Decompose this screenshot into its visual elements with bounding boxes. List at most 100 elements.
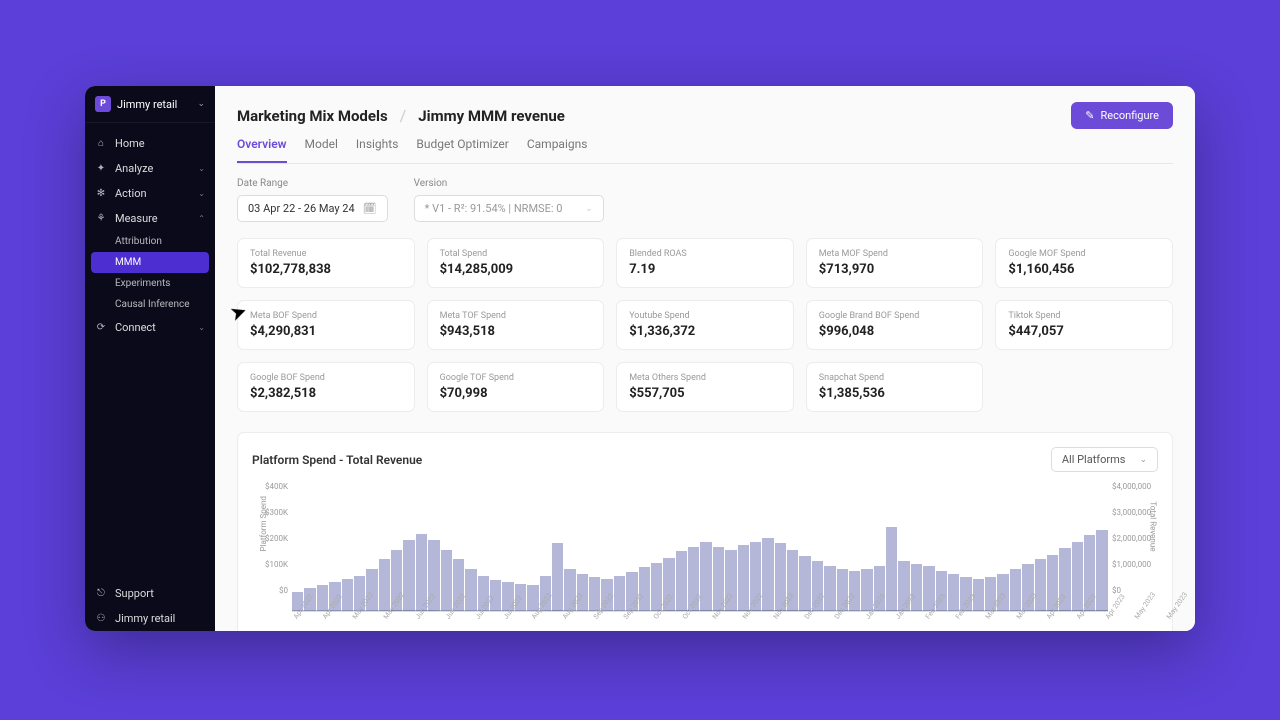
metric-label: Meta Others Spend — [629, 373, 781, 383]
workspace-switcher[interactable]: P Jimmy retail ⌄ — [85, 86, 215, 123]
workspace-logo: P — [95, 96, 111, 112]
metric-card: Total Revenue $102,778,838 — [237, 238, 415, 288]
metric-label: Google BOF Spend — [250, 373, 402, 383]
metric-label: Meta BOF Spend — [250, 311, 402, 321]
metric-label: Tiktok Spend — [1008, 311, 1160, 321]
chevron-down-icon: ⌄ — [198, 189, 205, 198]
tab-budget-optimizer[interactable]: Budget Optimizer — [416, 137, 508, 163]
metric-label: Meta MOF Spend — [819, 249, 971, 259]
sidebar-sub-experiments[interactable]: Experiments — [85, 273, 215, 294]
metric-value: $557,705 — [629, 386, 781, 401]
y-axis-left: Platform Spend$400K$300K$200K$100K$0 — [252, 482, 292, 612]
sidebar-item-analyze[interactable]: ✦ Analyze ⌄ — [85, 156, 215, 181]
metric-card: Tiktok Spend $447,057 — [995, 300, 1173, 350]
edit-icon: ✎ — [1085, 109, 1094, 122]
connect-icon: ⟳ — [95, 322, 107, 333]
metric-card: Meta TOF Spend $943,518 — [427, 300, 605, 350]
sidebar-sub-causal[interactable]: Causal Inference — [85, 294, 215, 315]
sidebar-item-label: Support — [115, 587, 154, 600]
sidebar-sub-attribution[interactable]: Attribution — [85, 231, 215, 252]
metric-card: Google MOF Spend $1,160,456 — [995, 238, 1173, 288]
tab-overview[interactable]: Overview — [237, 137, 287, 163]
metric-label: Youtube Spend — [629, 311, 781, 321]
metric-label: Meta TOF Spend — [440, 311, 592, 321]
metric-card: Google TOF Spend $70,998 — [427, 362, 605, 412]
sidebar-item-label: Measure — [115, 212, 158, 225]
tab-campaigns[interactable]: Campaigns — [527, 137, 588, 163]
metric-label: Google TOF Spend — [440, 373, 592, 383]
analyze-icon: ✦ — [95, 163, 107, 174]
sidebar-item-label: Analyze — [115, 162, 153, 175]
main-content: Marketing Mix Models / Jimmy MMM revenue… — [215, 86, 1195, 631]
sidebar-item-label: Jimmy retail — [115, 612, 175, 625]
metric-card: Blended ROAS 7.19 — [616, 238, 794, 288]
sidebar: P Jimmy retail ⌄ ⌂ Home ✦ Analyze ⌄ ✻ Action… — [85, 86, 215, 631]
metric-card: Google Brand BOF Spend$996,048 — [806, 300, 984, 350]
metric-label: Google Brand BOF Spend — [819, 311, 971, 321]
sidebar-nav: ⌂ Home ✦ Analyze ⌄ ✻ Action ⌄ ⚘ Measure ⌃ Attri… — [85, 123, 215, 573]
metric-label: Google MOF Spend — [1008, 249, 1160, 259]
sidebar-item-home[interactable]: ⌂ Home — [85, 131, 215, 156]
sidebar-item-action[interactable]: ✻ Action ⌄ — [85, 181, 215, 206]
sidebar-item-connect[interactable]: ⟳ Connect ⌄ — [85, 315, 215, 340]
metrics-grid: Total Revenue $102,778,838 Total Spend $14,… — [237, 238, 1173, 412]
tab-model[interactable]: Model — [305, 137, 338, 163]
metric-card: Google BOF Spend$2,382,518 — [237, 362, 415, 412]
date-range-picker[interactable]: 03 Apr 22 - 26 May 24🗓 — [237, 195, 388, 222]
sidebar-sub-mmm[interactable]: MMM — [91, 252, 209, 273]
action-icon: ✻ — [95, 188, 107, 199]
metric-label: Blended ROAS — [629, 249, 781, 259]
chevron-up-icon: ⌃ — [198, 214, 205, 223]
metric-label: Snapchat Spend — [819, 373, 971, 383]
platform-filter[interactable]: All Platforms⌄ — [1051, 447, 1158, 472]
user-icon: ⚇ — [95, 613, 107, 624]
home-icon: ⌂ — [95, 138, 107, 149]
sidebar-item-label: Connect — [115, 321, 156, 334]
metric-value: $102,778,838 — [250, 262, 402, 277]
chevron-down-icon: ⌄ — [198, 164, 205, 173]
chart-plot[interactable] — [292, 482, 1108, 612]
chart-panel: Platform Spend - Total Revenue All Platf… — [237, 432, 1173, 631]
sidebar-item-user[interactable]: ⚇ Jimmy retail — [85, 606, 215, 631]
metric-value: $1,385,536 — [819, 386, 971, 401]
metric-value: $14,285,009 — [440, 262, 592, 277]
chevron-down-icon: ⌄ — [585, 204, 593, 214]
metric-value: $1,336,372 — [629, 324, 781, 339]
date-range-label: Date Range — [237, 178, 388, 189]
workspace-name: Jimmy retail — [117, 98, 191, 111]
metric-value: $1,160,456 — [1008, 262, 1160, 277]
measure-icon: ⚘ — [95, 213, 107, 224]
metric-value: $447,057 — [1008, 324, 1160, 339]
reconfigure-button[interactable]: ✎Reconfigure — [1071, 102, 1173, 129]
version-label: Version — [414, 178, 604, 189]
metric-value: $4,290,831 — [250, 324, 402, 339]
metric-card: Total Spend $14,285,009 — [427, 238, 605, 288]
metric-value: $943,518 — [440, 324, 592, 339]
breadcrumb-root[interactable]: Marketing Mix Models — [237, 107, 388, 125]
metric-label: Total Revenue — [250, 249, 402, 259]
sidebar-item-label: Home — [115, 137, 145, 150]
breadcrumb: Marketing Mix Models / Jimmy MMM revenue — [237, 106, 565, 125]
sidebar-item-measure[interactable]: ⚘ Measure ⌃ — [85, 206, 215, 231]
metric-card: Meta Others Spend $557,705 — [616, 362, 794, 412]
tabs: Overview Model Insights Budget Optimizer Cam… — [237, 137, 1173, 164]
sidebar-item-label: Action — [115, 187, 147, 200]
calendar-icon: 🗓 — [363, 202, 377, 215]
metric-card: Youtube Spend $1,336,372 — [616, 300, 794, 350]
metric-card: Meta MOF Spend $713,970 — [806, 238, 984, 288]
metric-value: $70,998 — [440, 386, 592, 401]
metric-card: Meta BOF Spend $4,290,831 — [237, 300, 415, 350]
support-icon: ⎋ — [95, 588, 107, 599]
tab-insights[interactable]: Insights — [356, 137, 398, 163]
chevron-down-icon: ⌄ — [197, 99, 205, 109]
metric-label: Total Spend — [440, 249, 592, 259]
chevron-down-icon: ⌄ — [198, 323, 205, 332]
sidebar-item-support[interactable]: ⎋ Support — [85, 581, 215, 606]
metric-value: $713,970 — [819, 262, 971, 277]
chart-title: Platform Spend - Total Revenue — [252, 453, 422, 467]
chevron-down-icon: ⌄ — [1139, 455, 1147, 465]
x-axis: Apr 2022Apr 2022May 2022May 2022Jun 2022… — [292, 616, 1108, 631]
version-selector[interactable]: * V1 - R²: 91.54% | NRMSE: 0⌄ — [414, 195, 604, 222]
metric-card: Snapchat Spend $1,385,536 — [806, 362, 984, 412]
metric-value: 7.19 — [629, 262, 781, 277]
